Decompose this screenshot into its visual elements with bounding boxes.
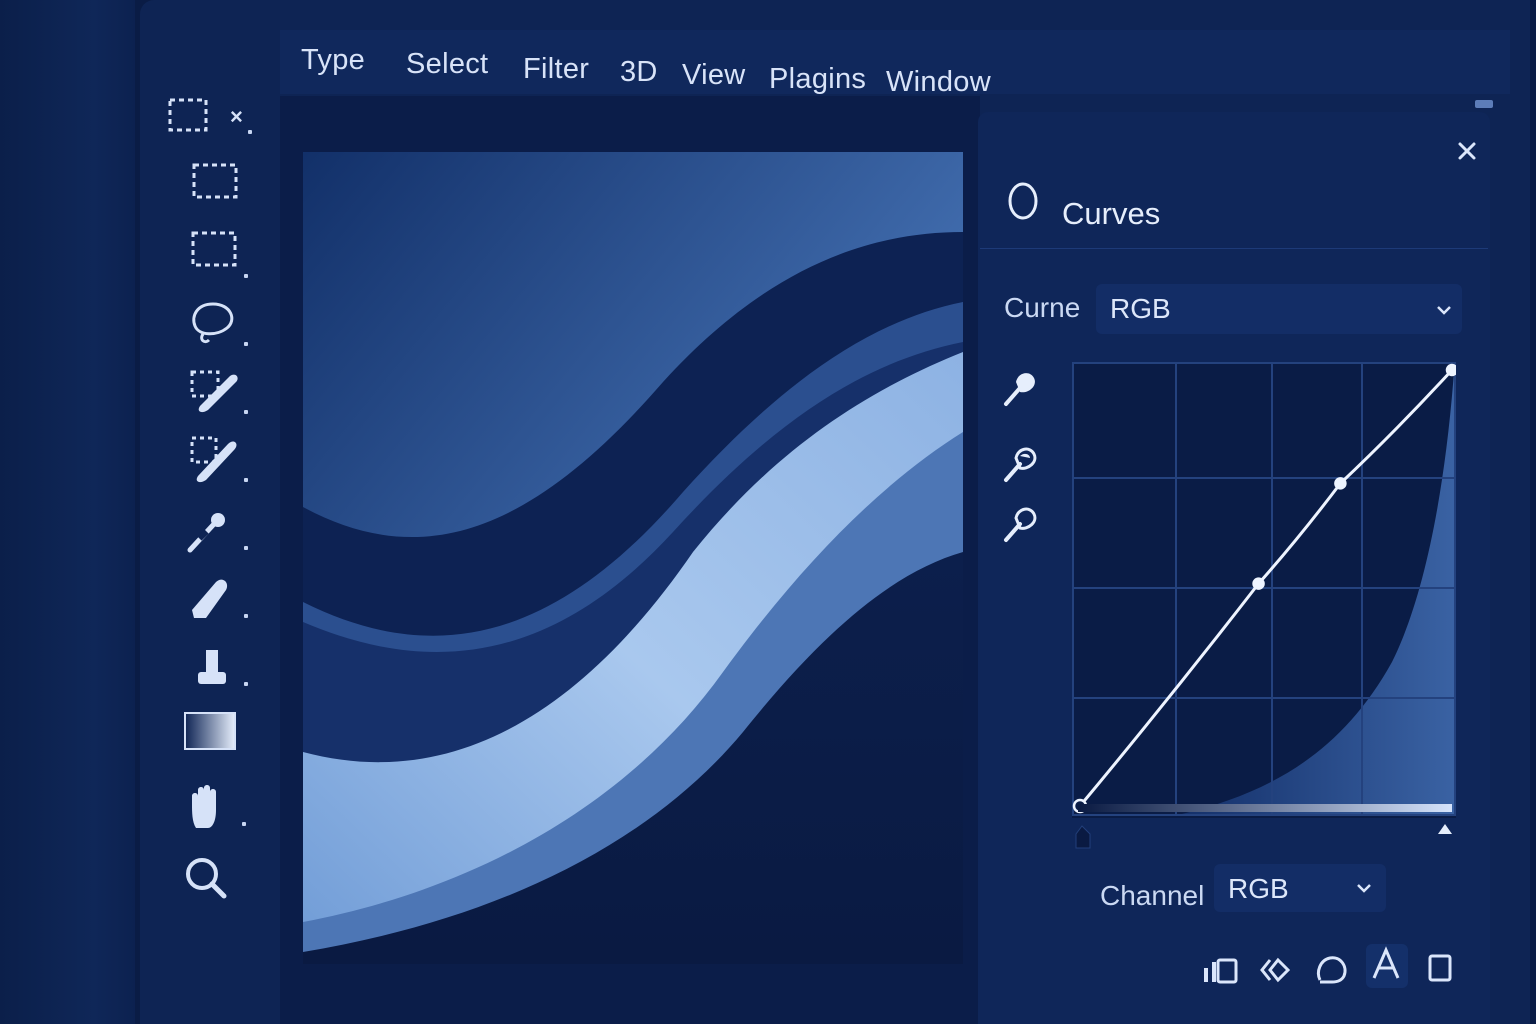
reset-icon: [1316, 956, 1347, 984]
histogram-area: [1182, 372, 1454, 814]
gradient-icon: [184, 712, 236, 750]
document-artwork[interactable]: [303, 152, 963, 964]
curves-graph-svg: [1072, 362, 1459, 816]
reset-button[interactable]: [1312, 950, 1352, 990]
gradient-tool[interactable]: [180, 704, 240, 760]
magic-wand-icon: [190, 436, 237, 483]
close-x-icon: ×: [230, 104, 243, 129]
tool-flyout-dot: [244, 274, 248, 278]
delete-button[interactable]: [1420, 950, 1460, 990]
tool-flyout-dot: [244, 614, 248, 618]
eraser-tool[interactable]: [180, 570, 240, 626]
sample-gray-point-icon: [1004, 447, 1037, 482]
clip-to-layer-icon: [1204, 958, 1238, 984]
marquee-options-tool[interactable]: [160, 88, 220, 144]
eyedropper-tool[interactable]: [180, 502, 240, 558]
menu-plugins[interactable]: Plagins: [769, 63, 866, 96]
delete-icon: [1428, 954, 1452, 982]
menu-select[interactable]: Select: [406, 48, 488, 81]
curve-preset-value: RGB: [1110, 293, 1171, 324]
quick-selection-icon: [190, 370, 238, 413]
curves-graph[interactable]: [1072, 362, 1459, 818]
lasso-tool[interactable]: [183, 294, 243, 350]
tool-flyout-dot: [244, 410, 248, 414]
clip-to-layer-button[interactable]: [1200, 950, 1240, 990]
tool-flyout-dot: [244, 478, 248, 482]
rect-marquee-icon: [192, 163, 238, 199]
panel-close-button[interactable]: [1453, 137, 1481, 165]
curve-preset-dropdown[interactable]: RGB: [1096, 284, 1462, 334]
channel-dropdown[interactable]: RGB: [1214, 864, 1386, 912]
menu-filter[interactable]: Filter: [523, 53, 589, 86]
marquee-alt-icon: [191, 231, 237, 267]
sample-white-point-icon: [1004, 507, 1037, 542]
screen-bezel: [0, 0, 135, 1024]
tool-flyout-dot: [242, 822, 246, 826]
eyedropper-icon: [187, 513, 225, 553]
input-gradient-bar: [1075, 804, 1452, 849]
marquee-options-icon: [168, 98, 208, 132]
eraser-icon: [192, 579, 228, 618]
chevron-down-icon: [1437, 306, 1451, 315]
sample-gray-point-button[interactable]: [998, 442, 1042, 486]
curve-control-point[interactable]: [1252, 577, 1265, 590]
curve-control-point[interactable]: [1445, 363, 1459, 377]
menu-view[interactable]: View: [682, 59, 746, 92]
hand-icon: [192, 785, 216, 828]
channel-value: RGB: [1228, 873, 1289, 904]
panel-title: Curves: [1062, 196, 1161, 231]
lasso-icon: [192, 302, 234, 344]
black-input-slider: [1075, 825, 1091, 849]
tool-flyout-dot: [244, 682, 248, 686]
circle-icon: [1008, 182, 1038, 220]
zoom-icon: [186, 858, 227, 899]
visibility-icon: [1372, 946, 1400, 979]
visibility-button[interactable]: [1366, 944, 1408, 988]
quick-selection-tool[interactable]: [184, 362, 244, 418]
magic-wand-tool[interactable]: [184, 430, 244, 486]
sample-white-point-button[interactable]: [998, 502, 1042, 546]
stamp-tool[interactable]: [182, 640, 242, 696]
panel-minimize-button[interactable]: [1475, 100, 1493, 108]
stamp-icon: [198, 650, 226, 684]
tool-flyout-dot: [248, 130, 252, 134]
view-previous-icon: [1260, 957, 1291, 983]
menu-window[interactable]: Window: [886, 66, 991, 99]
menu-type[interactable]: Type: [301, 44, 365, 77]
white-input-slider: [1438, 824, 1452, 834]
zoom-tool[interactable]: [176, 850, 236, 906]
marquee-alt-tool[interactable]: [185, 222, 245, 278]
tool-flyout-dot: [244, 342, 248, 346]
sample-black-point-button[interactable]: [998, 366, 1042, 410]
channel-label: Channel: [1100, 880, 1205, 911]
rect-marquee-tool[interactable]: [185, 154, 245, 210]
panel-divider: [980, 248, 1488, 249]
sample-black-point-icon: [1004, 373, 1035, 406]
curve-control-point[interactable]: [1334, 477, 1347, 490]
tool-flyout-dot: [244, 546, 248, 550]
wave-artwork-image: [303, 152, 963, 964]
menu-3d[interactable]: 3D: [620, 56, 658, 89]
curve-preset-label: Curne: [1004, 292, 1081, 323]
close-icon: [1458, 142, 1476, 160]
chevron-down-icon: [1357, 884, 1371, 893]
hand-tool[interactable]: [178, 778, 238, 834]
view-previous-button[interactable]: [1258, 950, 1298, 990]
